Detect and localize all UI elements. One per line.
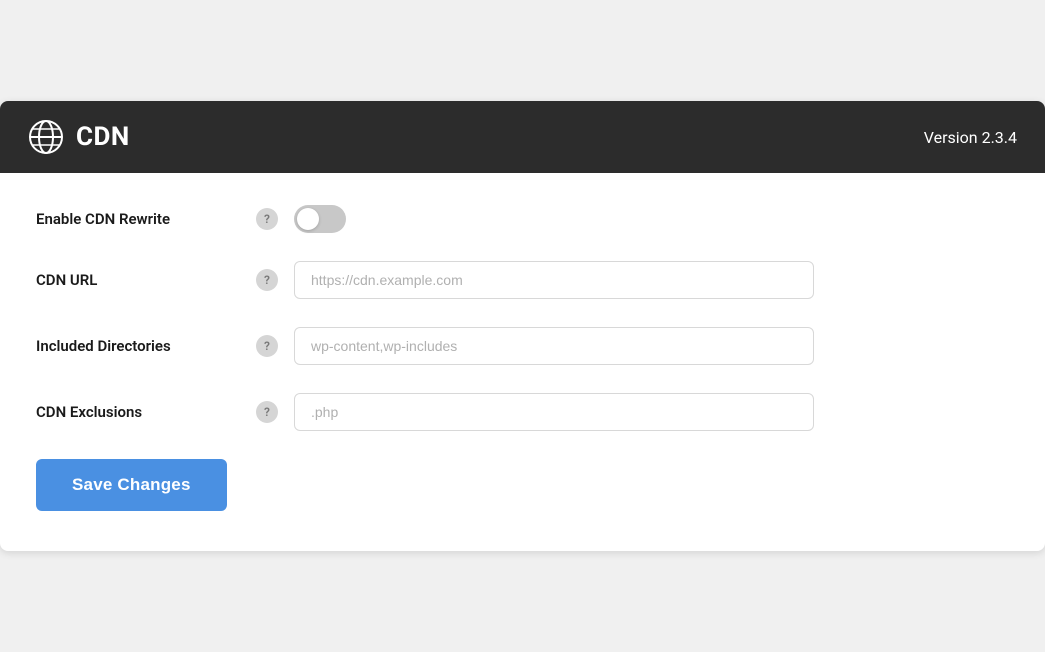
control-cdn-url (294, 261, 1009, 299)
save-button-row: Save Changes (36, 459, 1009, 511)
panel-version: Version 2.3.4 (924, 128, 1017, 147)
help-cdn-url[interactable]: ? (256, 269, 278, 291)
row-included-directories: Included Directories ? (36, 327, 1009, 365)
label-included-directories: Included Directories (36, 337, 256, 355)
input-included-directories[interactable] (294, 327, 814, 365)
help-included-directories[interactable]: ? (256, 335, 278, 357)
row-cdn-url: CDN URL ? (36, 261, 1009, 299)
header-left: CDN (28, 119, 130, 155)
help-cdn-exclusions[interactable]: ? (256, 401, 278, 423)
input-cdn-exclusions[interactable] (294, 393, 814, 431)
panel-header: CDN Version 2.3.4 (0, 101, 1045, 173)
toggle-enable-cdn-rewrite[interactable] (294, 205, 346, 233)
toggle-slider (294, 205, 346, 233)
panel-content: Enable CDN Rewrite ? CDN URL ? Included … (0, 173, 1045, 551)
control-cdn-exclusions (294, 393, 1009, 431)
globe-icon (28, 119, 64, 155)
panel-title: CDN (76, 122, 130, 152)
label-cdn-url: CDN URL (36, 271, 256, 289)
row-cdn-exclusions: CDN Exclusions ? (36, 393, 1009, 431)
control-enable-cdn-rewrite (294, 205, 1009, 233)
input-cdn-url[interactable] (294, 261, 814, 299)
label-enable-cdn-rewrite: Enable CDN Rewrite (36, 210, 256, 228)
label-cdn-exclusions: CDN Exclusions (36, 403, 256, 421)
row-enable-cdn-rewrite: Enable CDN Rewrite ? (36, 205, 1009, 233)
control-included-directories (294, 327, 1009, 365)
save-button[interactable]: Save Changes (36, 459, 227, 511)
help-enable-cdn-rewrite[interactable]: ? (256, 208, 278, 230)
plugin-panel: CDN Version 2.3.4 Enable CDN Rewrite ? C… (0, 101, 1045, 551)
